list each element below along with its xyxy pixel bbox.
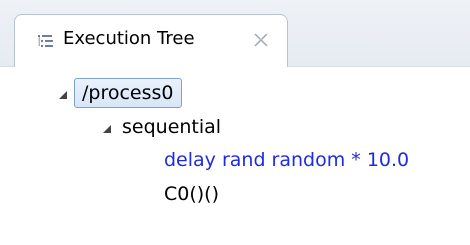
execution-tree-view: Execution Tree /process0 sequential dela…	[0, 0, 470, 245]
tree-list-icon	[38, 35, 53, 47]
tree-node-sequential[interactable]: sequential	[122, 115, 221, 139]
tab-title: Execution Tree	[63, 28, 195, 49]
expanded-triangle-icon[interactable]	[58, 90, 68, 100]
execution-tree: /process0 sequential delay rand random *…	[0, 66, 470, 245]
tab-execution-tree[interactable]: Execution Tree	[14, 14, 288, 67]
view-tab-bar: Execution Tree	[0, 0, 470, 67]
expanded-triangle-icon[interactable]	[102, 124, 112, 134]
tree-node-process0[interactable]: /process0	[74, 78, 182, 108]
close-icon[interactable]	[251, 30, 271, 50]
tree-node-c0[interactable]: C0()()	[164, 182, 219, 206]
tree-node-delay[interactable]: delay rand random * 10.0	[164, 148, 409, 172]
